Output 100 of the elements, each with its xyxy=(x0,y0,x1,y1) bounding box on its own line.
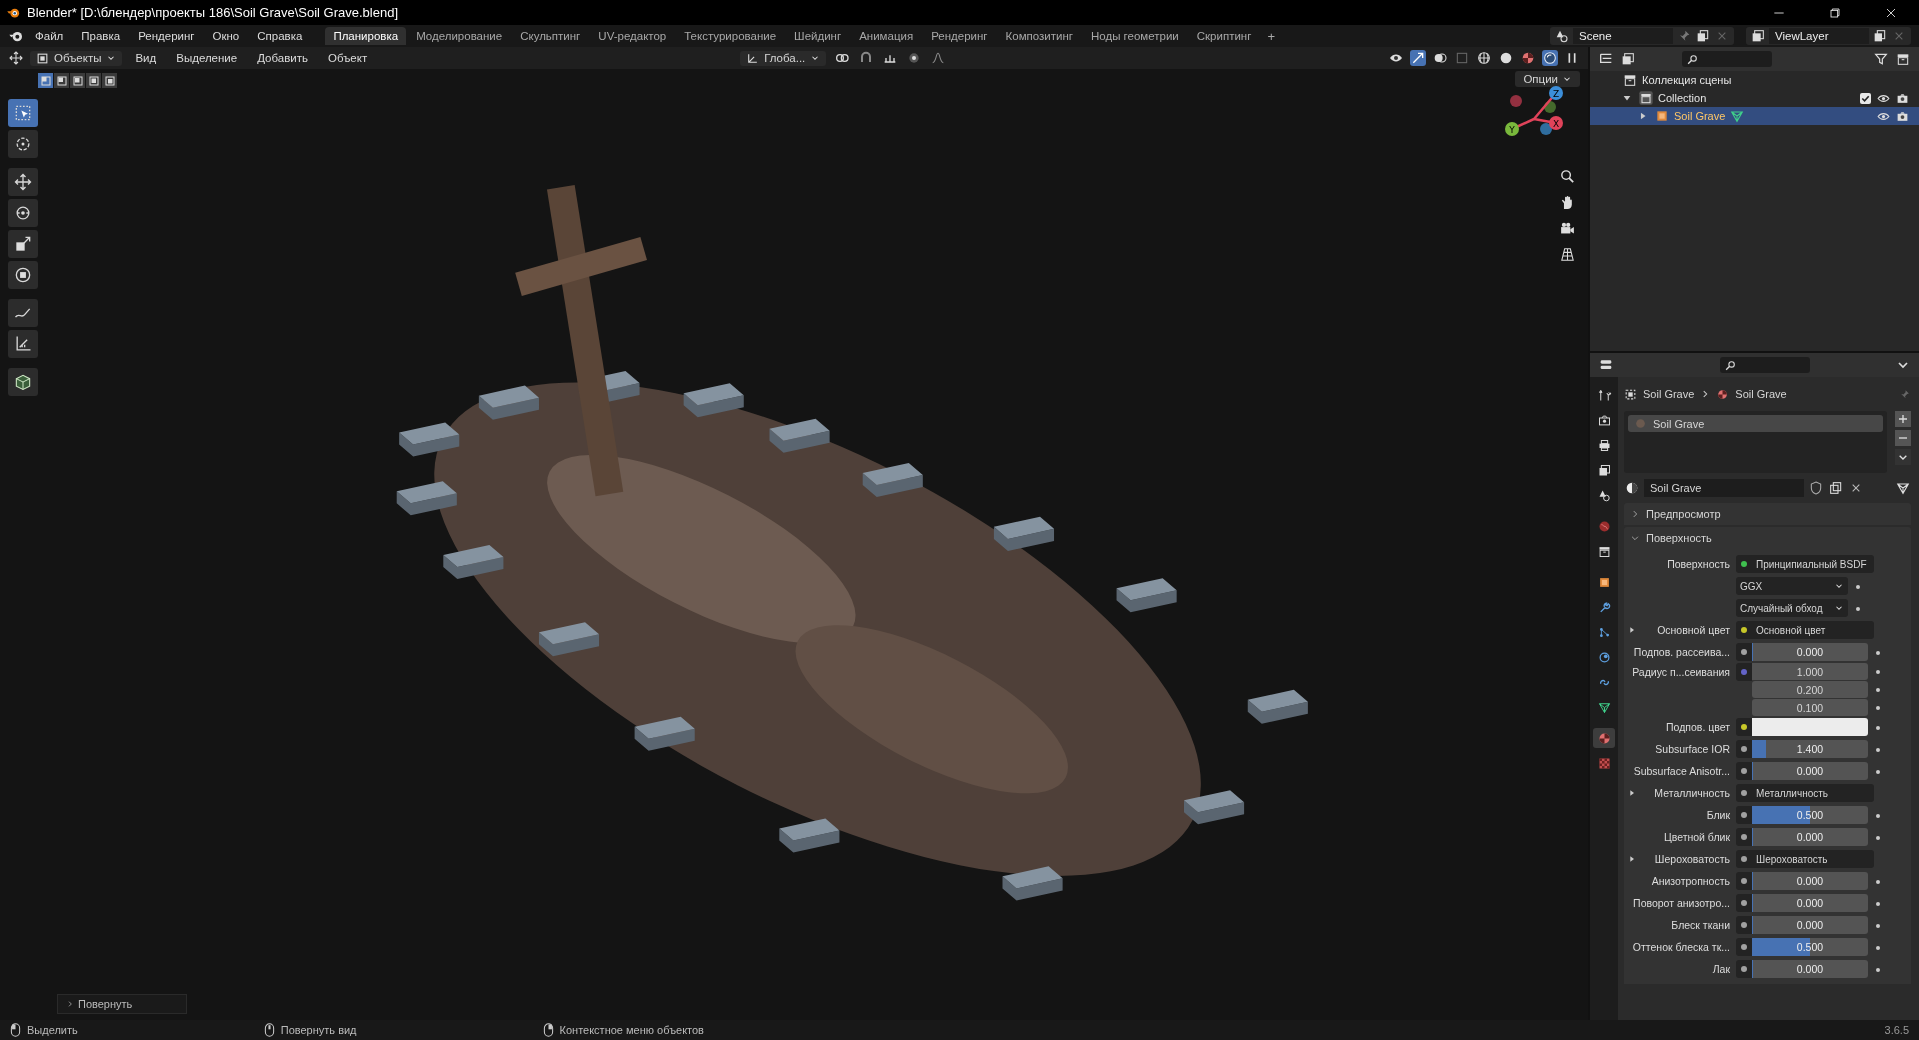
material-name-field[interactable]: Soil Grave xyxy=(1644,479,1804,497)
value-slider[interactable]: 0.500 xyxy=(1752,938,1868,956)
keyframe-icon[interactable] xyxy=(1876,945,1880,950)
keyframe-icon[interactable] xyxy=(1856,606,1860,611)
keyframe-icon[interactable] xyxy=(1876,923,1880,928)
editor-type-icon[interactable] xyxy=(8,50,24,66)
tool-button[interactable] xyxy=(8,330,38,358)
layers-icon[interactable] xyxy=(1750,28,1766,44)
value-slider[interactable]: 0.500 xyxy=(1752,806,1868,824)
workspace-tab[interactable]: Скриптинг xyxy=(1188,27,1260,45)
keyframe-icon[interactable] xyxy=(1856,584,1860,589)
select-mode-button[interactable] xyxy=(54,73,69,88)
outliner-row[interactable]: Soil Grave xyxy=(1590,107,1919,125)
disclosure-triangle-icon[interactable] xyxy=(1638,111,1648,121)
menu-item[interactable]: Рендеринг xyxy=(131,28,202,44)
socket-dot[interactable] xyxy=(1741,856,1747,862)
value-slider[interactable]: 0.000 xyxy=(1752,894,1868,912)
select-mode-button[interactable] xyxy=(86,73,101,88)
workspace-tab[interactable]: Моделирование xyxy=(408,27,511,45)
socket-dot[interactable] xyxy=(1741,790,1747,796)
socket-dot[interactable] xyxy=(1741,768,1747,774)
socket-dot[interactable] xyxy=(1741,812,1747,818)
workspace-tab[interactable]: Рендеринг xyxy=(923,27,996,45)
workspace-tab[interactable]: Ноды геометрии xyxy=(1083,27,1187,45)
outliner-row[interactable]: Collection xyxy=(1590,89,1919,107)
zoom-icon[interactable] xyxy=(1559,168,1576,185)
panel-header[interactable]: Поверхность xyxy=(1624,527,1911,549)
display-mode-icon[interactable] xyxy=(1620,51,1636,67)
keyframe-icon[interactable] xyxy=(1876,747,1880,752)
options-dropdown[interactable]: Опции xyxy=(1515,71,1580,87)
keyframe-icon[interactable] xyxy=(1876,670,1880,674)
select-mode-button[interactable] xyxy=(70,73,85,88)
number-field[interactable]: 0.100 xyxy=(1752,699,1868,716)
select-mode-button[interactable] xyxy=(102,73,117,88)
last-operator-panel[interactable]: Повернуть xyxy=(57,994,187,1014)
keyframe-icon[interactable] xyxy=(1876,967,1880,972)
menu-item[interactable]: Файл xyxy=(28,28,71,44)
socket-dot[interactable] xyxy=(1741,561,1747,567)
socket-dot[interactable] xyxy=(1741,627,1747,633)
tool-button[interactable] xyxy=(8,299,38,327)
socket-dot[interactable] xyxy=(1741,834,1747,840)
workspace-tab[interactable]: Скульптинг xyxy=(512,27,589,45)
link-field[interactable]: Шероховатость xyxy=(1752,850,1874,868)
scene-field[interactable]: Scene xyxy=(1573,28,1673,44)
value-slider[interactable]: 0.000 xyxy=(1752,872,1868,890)
new-collection-icon[interactable] xyxy=(1895,51,1911,67)
workspace-tab[interactable]: Планировка xyxy=(325,27,407,45)
link-field[interactable]: Принципиальный BSDF xyxy=(1752,555,1874,573)
tool-button[interactable] xyxy=(8,261,38,289)
camera-icon[interactable] xyxy=(1896,109,1909,123)
socket-dot[interactable] xyxy=(1741,649,1747,655)
link-field[interactable]: Основной цвет xyxy=(1752,621,1874,639)
keyframe-icon[interactable] xyxy=(1876,769,1880,774)
socket-dot[interactable] xyxy=(1741,669,1747,675)
dropdown-field[interactable]: Случайный обход xyxy=(1736,599,1848,617)
keyframe-icon[interactable] xyxy=(1876,813,1880,818)
workspace-tab[interactable]: Шейдинг xyxy=(786,27,850,45)
expand-triangle-icon[interactable] xyxy=(1628,855,1636,863)
shield-icon[interactable] xyxy=(1808,480,1824,496)
duplicate-icon[interactable] xyxy=(1695,28,1711,44)
keyframe-icon[interactable] xyxy=(1876,650,1880,655)
number-field[interactable]: 0.200 xyxy=(1752,681,1868,698)
socket-dot[interactable] xyxy=(1741,878,1747,884)
xray-icon[interactable] xyxy=(1454,50,1470,66)
socket-dot[interactable] xyxy=(1741,746,1747,752)
add-icon[interactable] xyxy=(1895,411,1911,427)
keyframe-icon[interactable] xyxy=(1876,835,1880,840)
keyframe-icon[interactable] xyxy=(1876,706,1880,710)
search-field[interactable] xyxy=(1682,51,1772,67)
search-field[interactable] xyxy=(1720,357,1810,373)
wireframe-shading-icon[interactable] xyxy=(1476,50,1492,66)
menu-item[interactable]: Правка xyxy=(74,28,128,44)
menu-item[interactable]: Объект xyxy=(321,50,375,66)
dropdown-field[interactable]: GGX xyxy=(1736,577,1848,595)
material-browse-icon[interactable] xyxy=(1624,480,1640,496)
view-layer-field[interactable]: ViewLayer xyxy=(1769,28,1869,44)
value-slider[interactable]: 1.400 xyxy=(1752,740,1868,758)
socket-dot[interactable] xyxy=(1741,724,1747,730)
select-mode-button[interactable] xyxy=(38,73,53,88)
workspace-tab[interactable]: Композитинг xyxy=(997,27,1081,45)
tool-button[interactable] xyxy=(8,199,38,227)
socket-dot[interactable] xyxy=(1741,900,1747,906)
duplicate-icon[interactable] xyxy=(1828,480,1844,496)
overlay-icon[interactable] xyxy=(1432,50,1448,66)
tool-button[interactable] xyxy=(8,368,38,396)
workspace-tab[interactable]: Анимация xyxy=(851,27,922,45)
mesh-data-icon[interactable] xyxy=(1895,480,1911,496)
value-slider[interactable]: 0.000 xyxy=(1752,916,1868,934)
menu-item[interactable]: Справка xyxy=(250,28,310,44)
menu-item[interactable]: Выделение xyxy=(169,50,245,66)
color-swatch[interactable] xyxy=(1752,718,1868,736)
gizmo-toggle-icon[interactable] xyxy=(1410,50,1426,66)
menu-item[interactable]: Вид xyxy=(128,50,164,66)
disclosure-triangle-icon[interactable] xyxy=(1622,93,1632,103)
workspace-tab[interactable]: UV-редактор xyxy=(590,27,675,45)
panel-header[interactable]: Предпросмотр xyxy=(1624,503,1911,525)
expand-triangle-icon[interactable] xyxy=(1628,626,1636,634)
material-slot[interactable]: Soil Grave xyxy=(1628,415,1883,432)
socket-dot[interactable] xyxy=(1741,966,1747,972)
dropdown-icon[interactable] xyxy=(1895,449,1911,465)
